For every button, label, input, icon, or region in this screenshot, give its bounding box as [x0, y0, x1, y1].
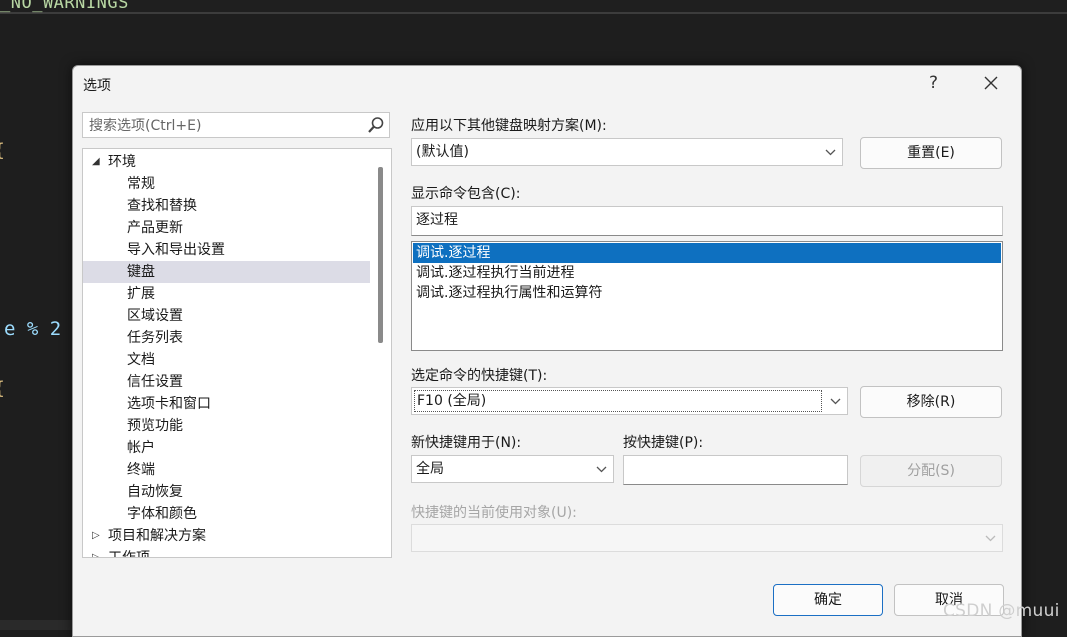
chevron-down-icon[interactable]	[830, 388, 841, 414]
tree-item-extensions[interactable]: 扩展	[83, 283, 370, 305]
ok-button[interactable]: 确定	[773, 584, 883, 616]
code-fragment-brace: {	[0, 140, 5, 161]
editor-bottom-strip	[0, 620, 72, 630]
tree-node-label: 环境	[108, 154, 136, 170]
tree-node-label: 项目和解决方案	[108, 528, 206, 544]
tree-scrollbar[interactable]	[371, 149, 391, 557]
tree-node-work-items[interactable]: ▷ 工作项	[83, 547, 150, 558]
assign-button[interactable]: 分配(S)	[860, 455, 1002, 487]
chevron-down-icon[interactable]	[596, 456, 607, 482]
search-options-box[interactable]	[82, 112, 390, 138]
tree-item-account[interactable]: 帐户	[83, 437, 370, 459]
tree-node-environment[interactable]: ◢ 环境	[83, 151, 136, 173]
remove-button[interactable]: 移除(R)	[860, 386, 1002, 418]
shortcut-label: 选定命令的快捷键(T):	[411, 368, 548, 384]
mapping-scheme-select[interactable]: (默认值)	[411, 138, 843, 166]
command-filter-input[interactable]: 逐过程	[411, 206, 1003, 236]
list-item[interactable]: 调试.逐过程执行当前进程	[413, 263, 1001, 283]
tree-item-product-updates[interactable]: 产品更新	[83, 217, 370, 239]
tree-node-label: 工作项	[108, 550, 150, 558]
used-by-select[interactable]	[411, 524, 1003, 552]
contains-label: 显示命令包含(C):	[411, 186, 521, 202]
used-by-label: 快捷键的当前使用对象(U):	[411, 505, 577, 521]
tree-item-preview[interactable]: 预览功能	[83, 415, 370, 437]
tree-item-regional[interactable]: 区域设置	[83, 305, 370, 327]
mapping-scheme-label: 应用以下其他键盘映射方案(M):	[411, 118, 607, 134]
collapsed-triangle-icon[interactable]: ▷	[92, 525, 100, 547]
use-in-value: 全局	[416, 461, 444, 477]
watermark: CSDN @muui	[943, 601, 1060, 621]
use-in-select[interactable]: 全局	[411, 455, 614, 483]
press-shortcut-input[interactable]	[623, 455, 848, 485]
search-input[interactable]	[87, 116, 361, 136]
reset-button[interactable]: 重置(E)	[860, 137, 1002, 169]
mapping-scheme-value: (默认值)	[416, 144, 469, 160]
shortcut-select[interactable]: F10 (全局)	[411, 387, 848, 415]
tree-item-trust[interactable]: 信任设置	[83, 371, 370, 393]
tree-item-find-replace[interactable]: 查找和替换	[83, 195, 370, 217]
shortcut-value: F10 (全局)	[414, 390, 822, 412]
list-item[interactable]: 调试.逐过程执行属性和运算符	[413, 283, 1001, 303]
search-icon[interactable]	[367, 116, 385, 134]
close-icon	[984, 76, 998, 90]
tree-item-import-export[interactable]: 导入和导出设置	[83, 239, 370, 261]
tree-item-autorecover[interactable]: 自动恢复	[83, 481, 370, 503]
options-tree[interactable]: ◢ 环境 常规 查找和替换 产品更新 导入和导出设置 键盘 扩展 区域设置 任务…	[82, 148, 392, 558]
chevron-down-icon[interactable]	[985, 525, 996, 551]
tree-item-documents[interactable]: 文档	[83, 349, 370, 371]
tree-item-task-list[interactable]: 任务列表	[83, 327, 370, 349]
code-fragment-top: _NO_WARNINGS	[0, 0, 129, 13]
options-dialog: 选项 ? ◢ 环境 常规 查找和替换 产品更新 导入和导出设置 键盘 扩展 区域…	[72, 65, 1022, 637]
editor-divider	[0, 12, 1067, 14]
tree-node-projects[interactable]: ▷ 项目和解决方案	[83, 525, 206, 547]
tree-item-fonts-colors[interactable]: 字体和颜色	[83, 503, 370, 525]
tree-item-general[interactable]: 常规	[83, 173, 370, 195]
tree-item-tabs-windows[interactable]: 选项卡和窗口	[83, 393, 370, 415]
chevron-down-icon[interactable]	[825, 139, 836, 165]
close-button[interactable]	[983, 69, 999, 97]
code-fragment-expr: e % 2	[4, 318, 62, 340]
command-list[interactable]: 调试.逐过程 调试.逐过程执行当前进程 调试.逐过程执行属性和运算符	[411, 241, 1003, 351]
dialog-title: 选项	[83, 78, 111, 94]
tree-item-terminal[interactable]: 终端	[83, 459, 370, 481]
code-fragment-brace-2: {	[0, 378, 5, 399]
tree-item-keyboard[interactable]: 键盘	[83, 261, 370, 283]
list-item[interactable]: 调试.逐过程	[413, 243, 1001, 263]
scroll-thumb[interactable]	[378, 167, 383, 343]
expanded-triangle-icon[interactable]: ◢	[92, 151, 100, 173]
collapsed-triangle-icon[interactable]: ▷	[92, 547, 100, 557]
help-button[interactable]: ?	[929, 73, 938, 93]
press-shortcut-label: 按快捷键(P):	[623, 435, 704, 451]
use-in-label: 新快捷键用于(N):	[411, 435, 522, 451]
